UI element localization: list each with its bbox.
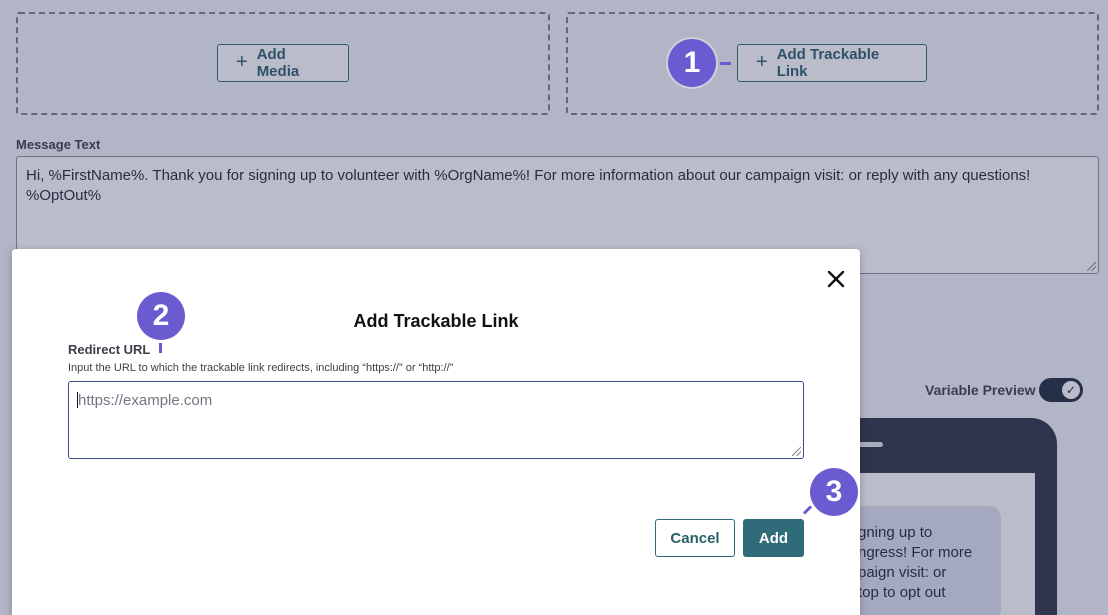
- close-icon[interactable]: [825, 268, 847, 290]
- step-callout-2: 2: [137, 292, 185, 340]
- callout-connector: [720, 62, 731, 65]
- step-callout-1: 1: [668, 39, 716, 87]
- cancel-button[interactable]: Cancel: [655, 519, 735, 557]
- redirect-url-help-text: Input the URL to which the trackable lin…: [68, 362, 454, 374]
- redirect-url-input[interactable]: https://example.com: [68, 381, 804, 459]
- redirect-url-placeholder: https://example.com: [78, 392, 213, 409]
- redirect-url-label: Redirect URL: [68, 342, 151, 357]
- resize-handle[interactable]: [792, 447, 801, 456]
- step-callout-3: 3: [810, 468, 858, 516]
- callout-connector: [159, 343, 162, 353]
- add-button[interactable]: Add: [743, 519, 804, 557]
